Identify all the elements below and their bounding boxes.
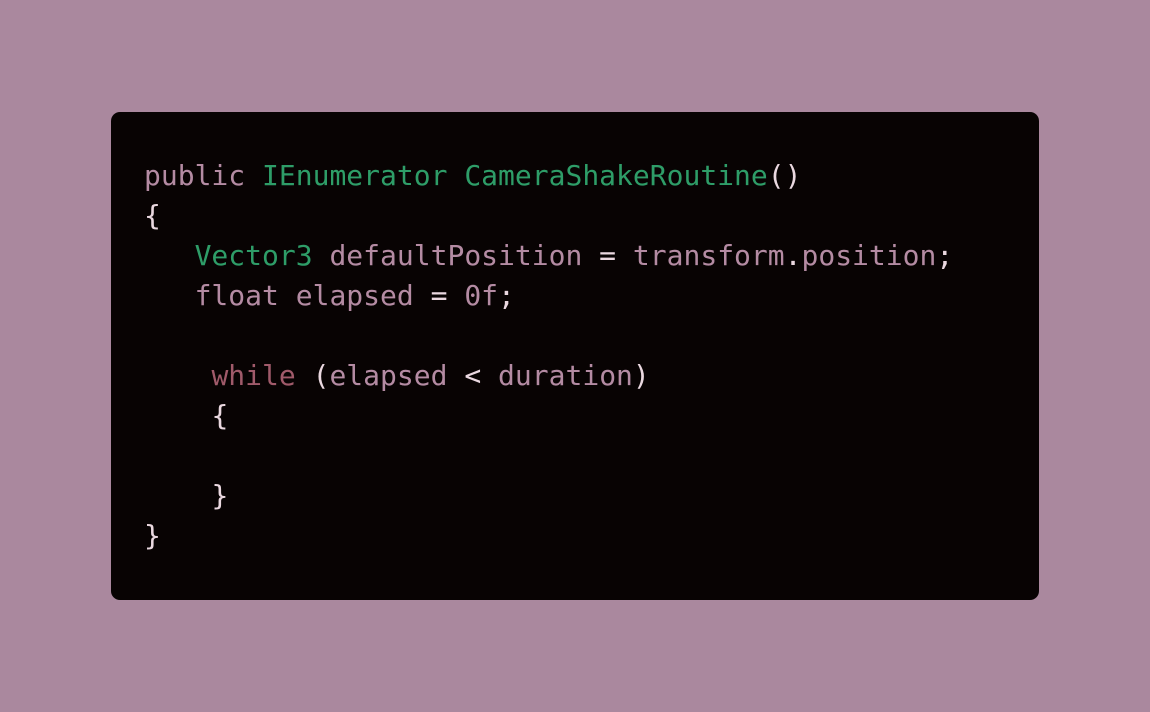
code-token: {	[144, 199, 161, 232]
code-token: elapsed	[329, 359, 448, 392]
code-token: }	[211, 479, 229, 512]
code-token: CameraShakeRoutine	[464, 159, 768, 192]
code-token: )	[632, 359, 650, 392]
code-token: 0f	[464, 279, 499, 312]
code-line: public IEnumerator CameraShakeRoutine()	[144, 156, 953, 196]
code-token: defaultPosition	[329, 239, 583, 272]
code-token: public	[144, 159, 246, 192]
code-token: while	[211, 359, 296, 392]
code-line: float elapsed = 0f;	[144, 276, 953, 316]
code-token: float	[194, 279, 279, 312]
code-token: ()	[767, 159, 802, 192]
code-token: .	[784, 239, 802, 272]
code-token: {	[211, 399, 229, 432]
code-card: public IEnumerator CameraShakeRoutine(){…	[111, 112, 1039, 600]
code-token: elapsed	[295, 279, 414, 312]
code-token: position	[801, 239, 937, 272]
code-line: Vector3 defaultPosition = transform.posi…	[144, 236, 954, 276]
code-token: IEnumerator	[262, 159, 448, 192]
code-line: }	[144, 476, 953, 516]
code-token: Vector3	[194, 239, 313, 272]
code-token: (	[295, 359, 330, 392]
code-line: }	[144, 516, 953, 556]
code-token: <	[447, 359, 499, 392]
code-line: {	[144, 396, 953, 436]
code-token: transform	[632, 239, 785, 272]
code-block: public IEnumerator CameraShakeRoutine(){…	[144, 156, 953, 556]
code-line: while (elapsed < duration)	[144, 356, 953, 396]
code-token: ;	[498, 279, 515, 312]
code-token: duration	[498, 359, 633, 392]
code-token: =	[413, 279, 465, 312]
code-token: }	[144, 519, 161, 552]
code-token: ;	[936, 239, 954, 272]
code-token: =	[582, 239, 633, 272]
code-line: {	[144, 196, 953, 236]
